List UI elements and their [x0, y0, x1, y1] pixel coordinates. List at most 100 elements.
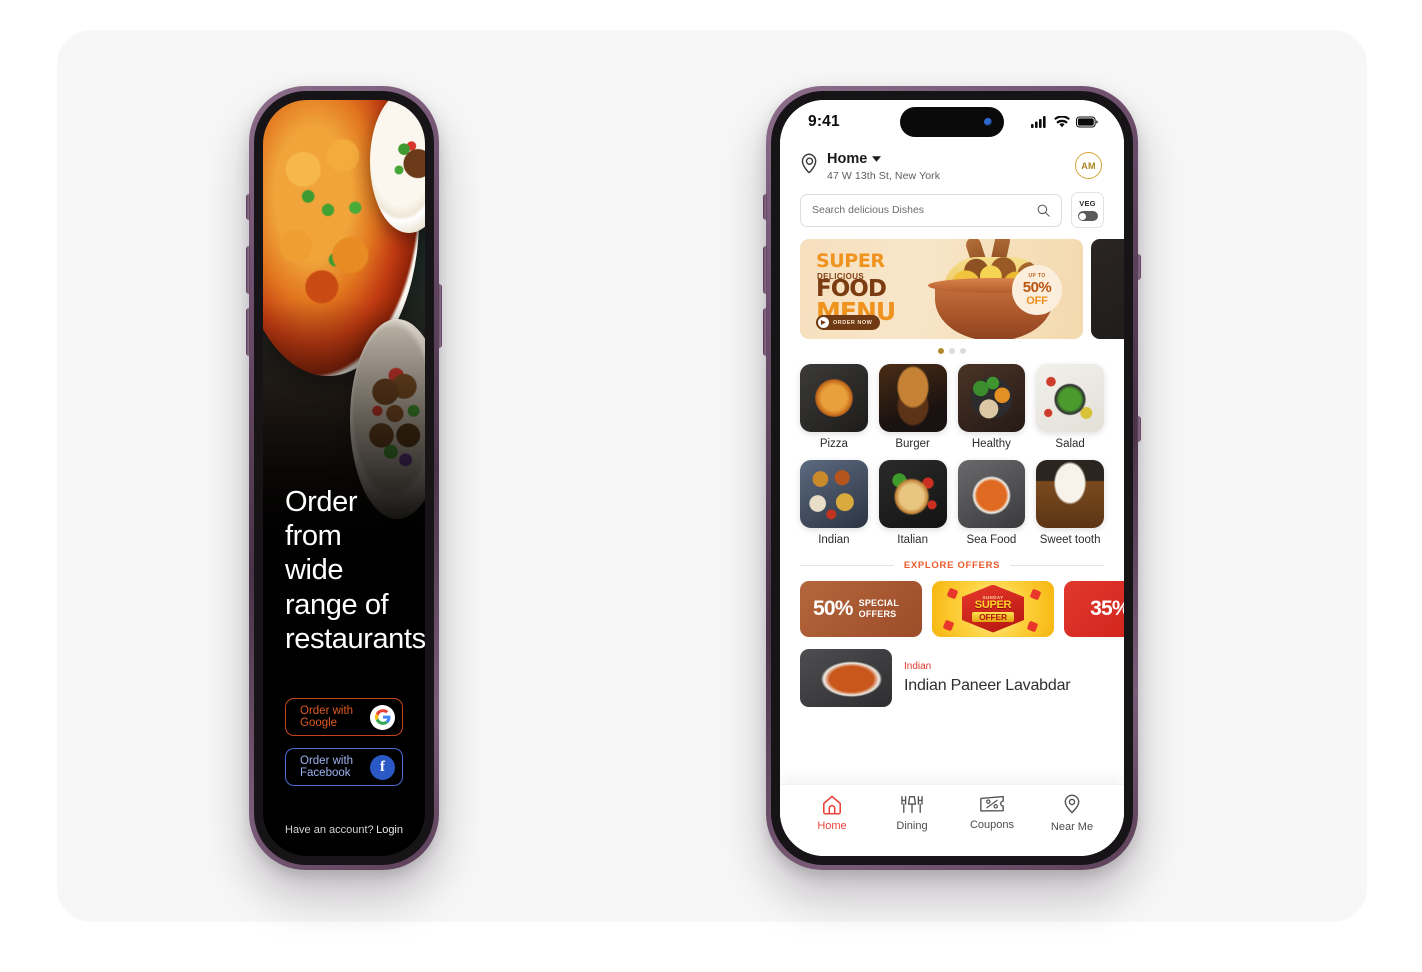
- status-time: 9:41: [808, 113, 840, 130]
- onboarding-content: Order from wide range of restaurants Ord…: [263, 448, 425, 856]
- dynamic-island: [900, 107, 1004, 137]
- screenshot-stage: Order from wide range of restaurants Ord…: [0, 0, 1422, 972]
- carousel-dot-active[interactable]: [938, 348, 944, 354]
- tab-coupons[interactable]: Coupons: [952, 794, 1032, 831]
- badge-up-to: UP TO: [1028, 272, 1046, 279]
- home-icon: [823, 795, 841, 815]
- carousel-dot[interactable]: [960, 348, 966, 354]
- google-button-label: Order with Google: [300, 705, 354, 729]
- category-item-burger[interactable]: Burger: [878, 364, 947, 450]
- category-grid: Pizza Burger Healthy Salad Indian Italia…: [780, 354, 1124, 546]
- status-indicators: [1031, 116, 1098, 128]
- onboarding-headline: Order from wide range of restaurants: [285, 485, 425, 655]
- volume-up-button[interactable]: [763, 246, 767, 294]
- order-with-google-button[interactable]: Order with Google: [285, 698, 403, 736]
- category-item-pizza[interactable]: Pizza: [800, 364, 868, 450]
- play-icon: ▶: [818, 317, 829, 328]
- home-scroll-area[interactable]: SUPER DELICIOUS FOOD MENU ▶ ORDER NOW UP…: [780, 228, 1124, 784]
- tab-label: Home: [817, 820, 847, 832]
- category-label: Sea Food: [966, 533, 1017, 546]
- category-item-salad[interactable]: Salad: [1036, 364, 1104, 450]
- home-screen: 9:41 Home 47 W 13th St, New York AM Sear…: [780, 100, 1124, 856]
- dish-name: Indian Paneer Lavabdar: [904, 676, 1071, 694]
- confetti-icon: [946, 587, 959, 599]
- explore-offers-header: EXPLORE OFFERS: [780, 546, 1124, 571]
- search-placeholder: Search delicious Dishes: [812, 204, 925, 216]
- offer-card-super[interactable]: SUNDAY SUPER OFFER: [932, 580, 1054, 637]
- order-with-facebook-button[interactable]: Order with Facebook f: [285, 748, 403, 786]
- battery-icon: [1076, 116, 1098, 128]
- offer-card-special[interactable]: 50% SPECIAL OFFERS: [800, 580, 922, 637]
- volume-down-button[interactable]: [763, 308, 767, 356]
- category-label: Burger: [895, 437, 930, 450]
- veg-switch[interactable]: [1077, 211, 1098, 221]
- search-input[interactable]: Search delicious Dishes: [800, 193, 1062, 227]
- italian-thumbnail: [878, 459, 947, 528]
- phone-mockup-home: 9:41 Home 47 W 13th St, New York AM Sear…: [763, 86, 1141, 870]
- tab-home[interactable]: Home: [792, 794, 872, 832]
- volume-down-button[interactable]: [246, 308, 250, 356]
- carousel-dot[interactable]: [949, 348, 955, 354]
- tab-dining[interactable]: Dining: [872, 794, 952, 832]
- seafood-thumbnail: [957, 459, 1026, 528]
- google-logo-icon: [370, 704, 395, 730]
- power-button-bottom[interactable]: [1137, 416, 1141, 442]
- power-button[interactable]: [438, 284, 442, 348]
- veg-filter-toggle[interactable]: VEG: [1071, 192, 1104, 228]
- coupon-icon: [980, 795, 1004, 812]
- order-now-label: ORDER NOW: [833, 319, 873, 326]
- carousel-dots[interactable]: [780, 339, 1124, 354]
- category-item-healthy[interactable]: Healthy: [957, 364, 1026, 450]
- dining-icon: [901, 796, 923, 813]
- account-prompt-label: Have an account?: [285, 824, 374, 836]
- dish-cuisine: Indian: [904, 660, 932, 672]
- sweet-tooth-thumbnail: [1036, 459, 1104, 528]
- category-label: Healthy: [971, 437, 1011, 450]
- offer-percent: 50%: [813, 596, 853, 620]
- order-now-button[interactable]: ▶ ORDER NOW: [816, 315, 881, 330]
- offer-line-2: OFFERS: [858, 608, 897, 619]
- offer-card-35[interactable]: 35%: [1064, 580, 1124, 637]
- volume-up-button[interactable]: [246, 246, 250, 294]
- silent-switch[interactable]: [246, 194, 250, 220]
- search-row: Search delicious Dishes VEG: [780, 182, 1124, 228]
- offer-super-label: SUPER: [974, 598, 1012, 611]
- category-item-seafood[interactable]: Sea Food: [957, 459, 1026, 546]
- tab-label: Coupons: [969, 819, 1015, 831]
- cellular-signal-icon: [1031, 116, 1046, 128]
- power-button-top[interactable]: [1137, 254, 1141, 280]
- paneer-thumbnail: [800, 648, 892, 707]
- discount-badge: UP TO 50% OFF: [1012, 265, 1062, 315]
- wifi-icon: [1054, 116, 1070, 128]
- healthy-thumbnail: [957, 364, 1026, 432]
- location-label: Home: [827, 151, 868, 167]
- badge-off: OFF: [1026, 294, 1048, 307]
- login-link[interactable]: Login: [376, 824, 403, 836]
- onboarding-footer: Have an account? Login: [285, 824, 403, 836]
- location-header[interactable]: Home 47 W 13th St, New York AM: [780, 144, 1124, 182]
- silent-switch[interactable]: [763, 194, 767, 220]
- tab-label: Dining: [896, 820, 928, 832]
- tab-near-me[interactable]: Near Me: [1032, 794, 1112, 833]
- dish-card[interactable]: Indian Indian Paneer Lavabdar: [780, 637, 1124, 707]
- confetti-icon: [1026, 620, 1039, 632]
- category-label: Italian: [897, 533, 928, 546]
- veg-label: VEG: [1079, 199, 1096, 208]
- map-pin-icon: [1064, 794, 1080, 814]
- promo-banner-next[interactable]: [1091, 239, 1124, 339]
- offers-carousel[interactable]: 50% SPECIAL OFFERS SUNDAY SUPER OFFER 35: [780, 571, 1124, 637]
- pizza-thumbnail: [800, 364, 868, 432]
- promo-carousel[interactable]: SUPER DELICIOUS FOOD MENU ▶ ORDER NOW UP…: [780, 228, 1124, 339]
- burger-thumbnail: [878, 364, 947, 432]
- confetti-icon: [1029, 588, 1042, 600]
- avatar[interactable]: AM: [1075, 152, 1102, 179]
- promo-banner-titles: SUPER DELICIOUS FOOD MENU: [816, 252, 896, 325]
- category-label: Indian: [818, 533, 850, 546]
- category-item-italian[interactable]: Italian: [878, 459, 947, 546]
- category-item-indian[interactable]: Indian: [800, 459, 868, 546]
- location-title-row: Home: [827, 151, 1067, 167]
- promo-banner-primary[interactable]: SUPER DELICIOUS FOOD MENU ▶ ORDER NOW UP…: [800, 239, 1083, 339]
- location-pin-icon: [801, 153, 817, 174]
- category-item-sweet-tooth[interactable]: Sweet tooth: [1036, 459, 1104, 546]
- onboarding-screen: Order from wide range of restaurants Ord…: [263, 100, 425, 856]
